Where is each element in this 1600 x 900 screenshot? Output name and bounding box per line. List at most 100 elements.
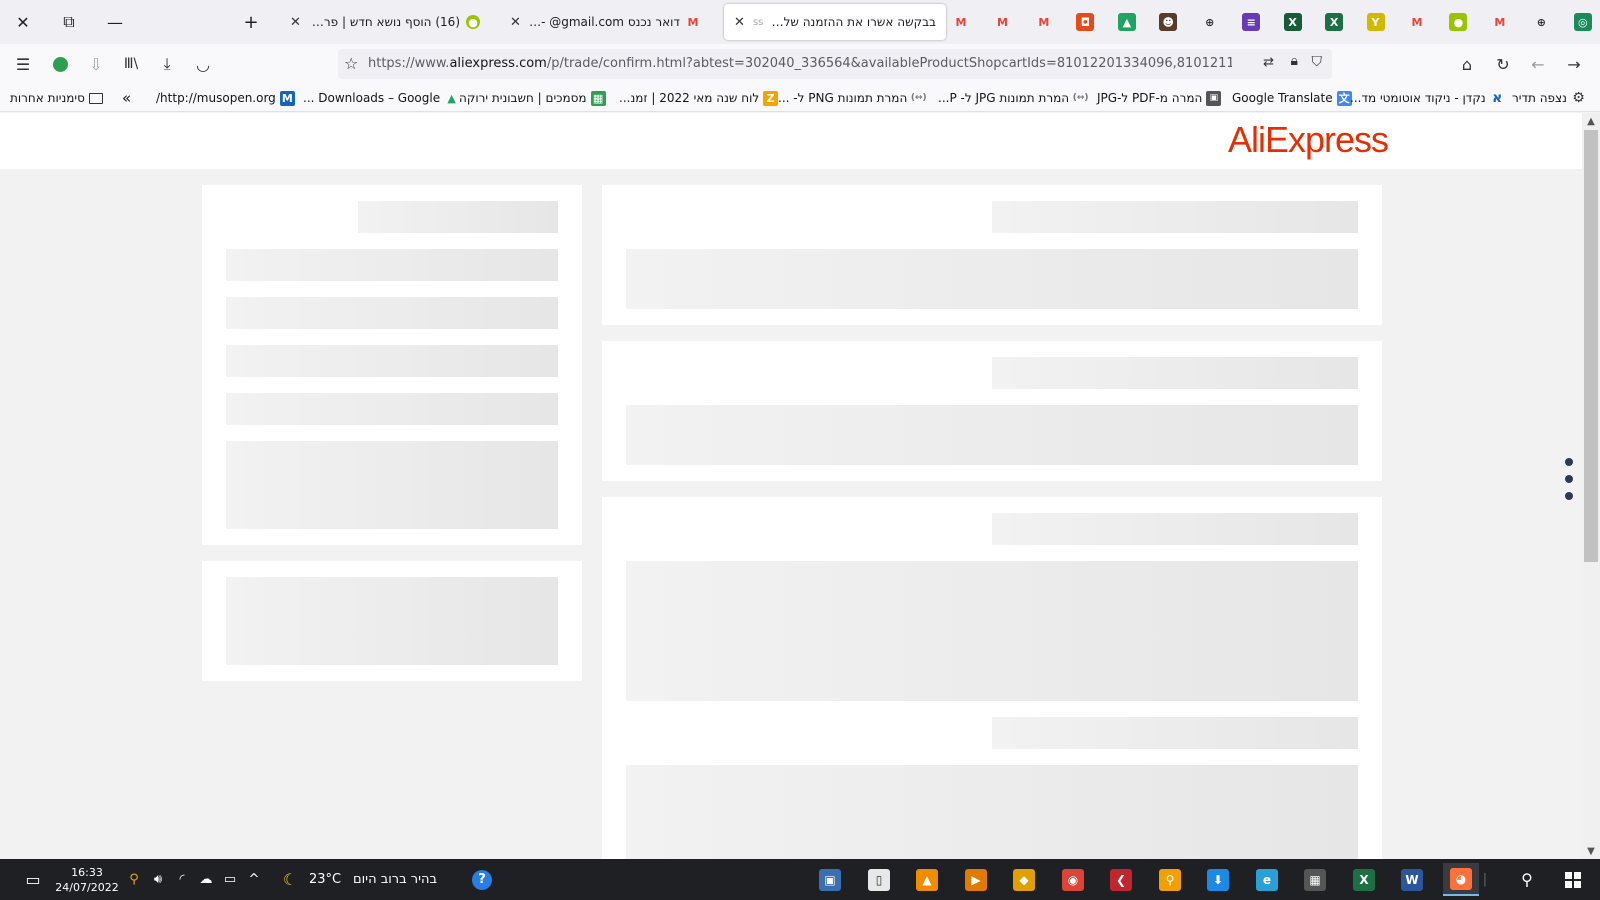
pocket-icon[interactable]: ◡ <box>190 52 216 76</box>
tab-gmail[interactable]: M דואר נכנס Gmail - @gmail.com ✕ <box>500 4 710 40</box>
moon-weather-icon[interactable]: ☾ <box>278 859 302 900</box>
taskbar-app-vlc[interactable]: ▲ <box>909 863 945 896</box>
red-square-icon[interactable]: ◘ <box>1076 13 1095 31</box>
forms-icon[interactable]: ≡ <box>1242 13 1261 31</box>
bookmark-pdf-to-jpg[interactable]: ▣ Google Translate המרה מ-PDF ל-JPG <box>1097 84 1222 112</box>
taskbar-app-chrome[interactable]: ◉ <box>1055 863 1091 896</box>
new-tab-button[interactable]: + <box>228 0 274 44</box>
clock[interactable]: 16:33 24/07/2022 <box>55 859 118 900</box>
notepad-icon: ▯ <box>868 868 890 891</box>
close-icon[interactable]: ✕ <box>734 15 745 30</box>
edge-icon: e <box>1256 868 1278 891</box>
skeleton-block <box>626 405 1358 465</box>
folder-icon <box>88 92 103 104</box>
scroll-down-icon[interactable]: ▼ <box>1582 843 1600 859</box>
side-menu-dots[interactable] <box>1565 458 1575 508</box>
back-icon[interactable]: ← <box>1525 52 1551 76</box>
taskbar-app-search-app[interactable]: ⚲ <box>1152 863 1188 896</box>
shield-icon[interactable]: ⛉ <box>1312 54 1323 70</box>
gmail-icon[interactable]: M <box>1035 13 1053 31</box>
wifi-icon[interactable]: ◜ <box>172 859 192 900</box>
search-app-tray-icon[interactable]: ⚲ <box>124 859 144 900</box>
taskbar-app-excel[interactable]: X <box>1346 863 1382 896</box>
globe-icon[interactable]: ⊕ <box>1201 13 1219 31</box>
bookmark-invoice[interactable]: ▦ מסמכים | חשבונית ירוקה <box>459 84 606 112</box>
globe-icon[interactable]: ⊕ <box>1532 13 1550 31</box>
windows-taskbar: ▭ 16:33 24/07/2022 ⚲ 🔊︎ ◜ ☁ ▭ ^ ☾ 23°C ב… <box>0 859 1600 900</box>
onedrive-icon[interactable]: ☁ <box>196 859 216 900</box>
gmail-icon[interactable]: M <box>952 13 970 31</box>
bookmark-label: מסמכים | חשבונית ירוקה <box>459 91 587 105</box>
tab-aliexpress[interactable]: בבקשה אשרו את ההזמנה שלכם - ss ✕ <box>724 4 946 40</box>
weather-temp[interactable]: 23°C <box>308 859 342 900</box>
green-square-icon[interactable]: ◎ <box>1573 13 1592 31</box>
bookmark-most-visited[interactable]: ⚙ נצפה תדיר <box>1512 84 1586 112</box>
scroll-up-icon[interactable]: ▲ <box>1582 113 1600 129</box>
scroll-thumb[interactable] <box>1584 130 1598 562</box>
taskbar-app-media-player[interactable]: ▶ <box>958 863 994 896</box>
battery-icon[interactable]: ▭ <box>220 859 240 900</box>
gmail-icon[interactable]: M <box>1491 13 1509 31</box>
skeleton-block <box>626 561 1358 701</box>
bookmark-star-icon[interactable]: ☆ <box>344 54 358 73</box>
taskbar-app-download[interactable]: ⬇ <box>1200 863 1236 896</box>
taskbar-app-calculator[interactable]: ▦ <box>1297 863 1333 896</box>
taskbar-app-firefox[interactable]: ◕ <box>1443 863 1479 896</box>
page-scrollbar[interactable]: ▲ ▼ <box>1582 113 1600 859</box>
tab-forum[interactable]: ● (16) הוסף נושא חדש | פרוג - דף ר ✕ <box>280 4 490 40</box>
gmail-icon[interactable]: M <box>1408 13 1426 31</box>
address-bar[interactable]: ☆ https://www.aliexpress.com/p/trade/con… <box>338 49 1332 79</box>
window-restore-button[interactable]: ⧉ <box>46 0 92 44</box>
window-minimize-button[interactable]: — <box>92 0 138 44</box>
library-icon[interactable]: Ⅲ\ <box>118 52 144 76</box>
taskbar-app-paint[interactable]: ◆ <box>1006 863 1042 896</box>
taskbar-app-computer[interactable]: ▣ <box>812 863 848 896</box>
taskbar-app-word[interactable]: W <box>1394 863 1430 896</box>
reload-icon[interactable]: ↻ <box>1490 52 1516 76</box>
chevron-up-icon[interactable]: ^ <box>244 859 264 900</box>
excel-icon[interactable]: X <box>1325 13 1344 31</box>
excel-icon[interactable]: X <box>1283 13 1302 31</box>
menu-icon[interactable]: ☰ <box>10 52 36 76</box>
lock-icon[interactable]: 🔒︎ <box>1291 53 1298 69</box>
bookmark-nakdan[interactable]: א נקדן - ניקוד אוטומטי מד... <box>1350 84 1505 112</box>
bookmark-png-converter[interactable]: (↔) המרת תמונות PNG ל- ... <box>778 84 927 112</box>
window-close-button[interactable]: ✕ <box>0 0 46 44</box>
forward-icon[interactable]: → <box>1561 52 1587 76</box>
skeleton-title <box>992 717 1358 749</box>
musopen-icon: M <box>279 90 295 106</box>
aliexpress-logo[interactable]: AliExpress <box>1228 119 1389 161</box>
bookmarks-overflow-button[interactable]: » <box>122 84 131 112</box>
taskbar-app-edge[interactable]: e <box>1249 863 1285 896</box>
search-icon[interactable]: ⚲ <box>1514 859 1540 900</box>
forum-icon[interactable]: ● <box>1449 13 1468 31</box>
url-text[interactable]: https://www.aliexpress.com/p/trade/confi… <box>368 49 1232 79</box>
drive-icon[interactable]: ▲ <box>1117 13 1136 31</box>
start-button[interactable] <box>1560 859 1586 900</box>
downloads-icon[interactable]: ⤓ <box>154 52 180 76</box>
other-bookmarks[interactable]: סימניות אחרות <box>10 84 103 112</box>
notifications-icon[interactable]: ▭ <box>18 859 48 900</box>
close-icon[interactable]: ✕ <box>510 15 521 30</box>
extension-download-icon[interactable]: ⇩ <box>83 52 109 76</box>
weather-description[interactable]: בהיר ברוב היום <box>348 859 442 900</box>
yellow-y-icon[interactable]: Y <box>1366 13 1385 31</box>
extension-icon[interactable] <box>47 52 73 76</box>
help-icon[interactable]: ? <box>470 859 494 900</box>
permissions-icon[interactable]: ⇄ <box>1263 55 1274 70</box>
gmail-icon[interactable]: M <box>993 13 1011 31</box>
bookmark-musopen[interactable]: M http://musopen.org/ <box>156 84 295 112</box>
bookmark-google-translate[interactable]: 文 Google Translate <box>1232 84 1352 112</box>
home-icon[interactable]: ⌂ <box>1454 52 1480 76</box>
bookmark-calendar[interactable]: Z לוח שנה מאי 2022 | זמנ... <box>619 84 779 112</box>
taskbar-app-notepad[interactable]: ▯ <box>861 863 897 896</box>
calculator-icon: ▦ <box>1304 868 1326 891</box>
volume-icon[interactable]: 🔊︎ <box>148 859 168 900</box>
close-icon[interactable]: ✕ <box>290 15 301 30</box>
bookmark-label: Google Translate <box>1232 91 1333 105</box>
bookmark-downloads-drive[interactable]: ▲ Downloads – Google ... <box>303 84 459 112</box>
vlc-icon: ▲ <box>916 868 938 891</box>
profile-photo-icon[interactable]: ☻ <box>1159 13 1178 31</box>
taskbar-app-scissors-app[interactable]: ❮ <box>1103 863 1139 896</box>
bookmark-jpg-converter[interactable]: (↔) המרת תמונות JPG ל- P... <box>938 84 1089 112</box>
